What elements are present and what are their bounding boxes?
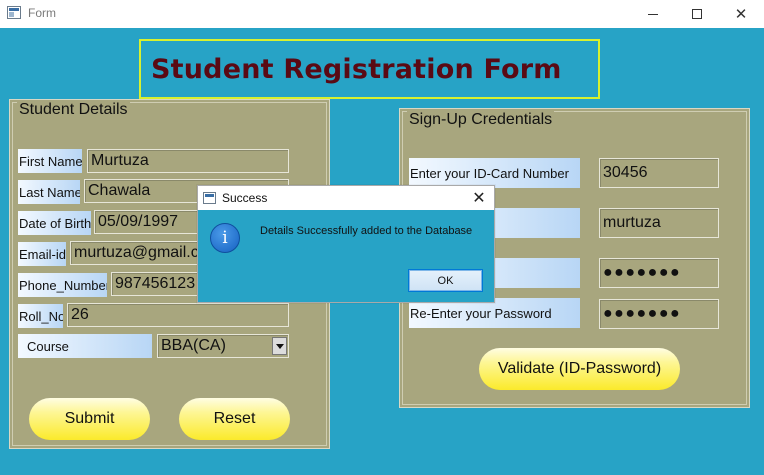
heading-box: Student Registration Form	[139, 39, 600, 99]
reset-button[interactable]: Reset	[179, 398, 290, 440]
close-icon: ✕	[472, 190, 486, 207]
ok-button[interactable]: OK	[408, 269, 483, 292]
first-name-label: First Name	[18, 149, 82, 173]
student-details-title: Student Details	[17, 101, 130, 119]
password-input[interactable]: ●●●●●●●	[599, 258, 719, 288]
submit-button[interactable]: Submit	[29, 398, 150, 440]
first-name-input[interactable]: Murtuza	[87, 149, 289, 173]
maximize-icon	[692, 9, 702, 19]
info-icon: i	[210, 223, 240, 253]
email-label: Email-id	[18, 242, 66, 266]
close-button[interactable]: ✕	[718, 0, 764, 28]
window-titlebar: Form ✕	[0, 0, 764, 28]
close-icon: ✕	[734, 6, 748, 23]
dialog-app-icon	[203, 192, 216, 204]
id-card-label: Enter your ID-Card Number	[409, 158, 580, 188]
phone-label: Phone_Number	[18, 273, 107, 297]
dialog-message: Details Successfully added to the Databa…	[260, 225, 473, 237]
course-selected-value: BBA(CA)	[161, 337, 226, 354]
app-icon	[7, 6, 21, 19]
dialog-titlebar: Success ✕	[198, 186, 494, 210]
reenter-password-input[interactable]: ●●●●●●●	[599, 299, 719, 329]
username-input[interactable]: murtuza	[599, 208, 719, 238]
last-name-label: Last Name	[18, 180, 80, 204]
minimize-icon	[648, 13, 658, 15]
roll-no-label: Roll_No	[18, 304, 63, 328]
window-title: Form	[28, 6, 56, 20]
dialog-title: Success	[222, 191, 268, 205]
page-title: Student Registration Form	[151, 54, 562, 85]
chevron-down-icon[interactable]	[272, 337, 287, 355]
roll-no-input[interactable]: 26	[67, 303, 289, 327]
success-dialog: Success ✕ i Details Successfully added t…	[197, 185, 495, 303]
dialog-close-button[interactable]: ✕	[464, 186, 494, 210]
course-select[interactable]: BBA(CA)	[157, 334, 289, 358]
dob-label: Date of Birth	[18, 211, 91, 235]
dialog-body: i Details Successfully added to the Data…	[198, 210, 494, 302]
id-card-input[interactable]: 30456	[599, 158, 719, 188]
credentials-title: Sign-Up Credentials	[407, 111, 555, 129]
course-label: Course	[18, 334, 152, 358]
minimize-button[interactable]	[630, 0, 676, 28]
maximize-button[interactable]	[674, 0, 720, 28]
validate-button[interactable]: Validate (ID-Password)	[479, 348, 680, 390]
